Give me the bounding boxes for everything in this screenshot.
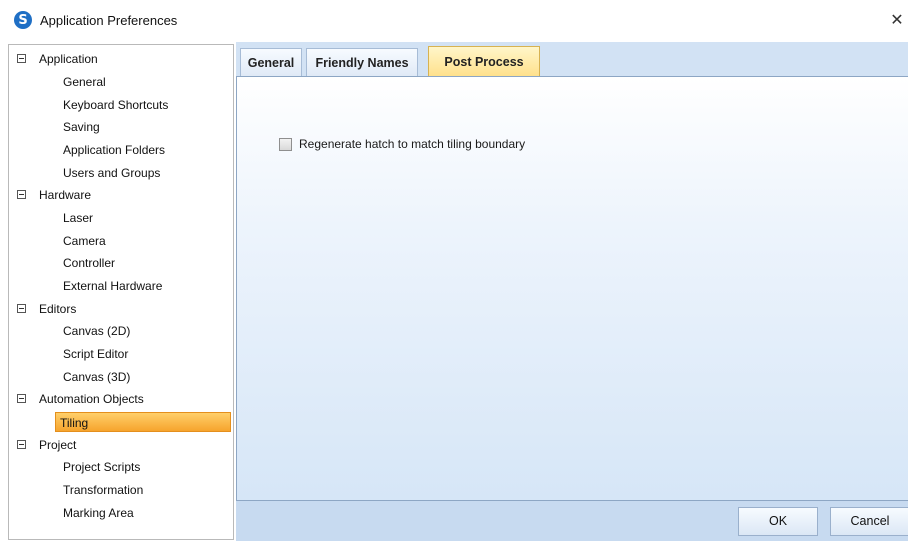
cancel-button[interactable]: Cancel [830, 507, 908, 536]
tree-item-camera[interactable]: Camera [9, 231, 233, 251]
tree-item-label: Saving [63, 120, 100, 134]
tree-item-label: Controller [63, 256, 116, 270]
tree-category-project[interactable]: Project [9, 435, 233, 455]
tree-category-label: Hardware [39, 188, 92, 202]
tree-item-label: Camera [63, 234, 106, 248]
tree-item-script-editor[interactable]: Script Editor [9, 344, 233, 364]
tree-item-label: Users and Groups [63, 166, 161, 180]
tree-item-label: Laser [63, 211, 94, 225]
tree-category-label: Application [39, 52, 98, 66]
tree-item-label: Marking Area [63, 506, 134, 520]
app-logo-icon: S [14, 11, 32, 29]
tree-item-canvas-2d[interactable]: Canvas (2D) [9, 321, 233, 341]
regenerate-hatch-checkbox[interactable] [279, 137, 292, 151]
tree-item-saving[interactable]: Saving [9, 117, 233, 137]
tree-item-label: External Hardware [63, 279, 163, 293]
dialog-footer: OK Cancel [236, 501, 908, 541]
tree-item-label: Canvas (2D) [63, 324, 131, 338]
tree-item-canvas-3d[interactable]: Canvas (3D) [9, 367, 233, 387]
regenerate-hatch-option[interactable]: Regenerate hatch to match tiling boundar… [279, 135, 525, 153]
close-icon[interactable]: ✕ [886, 8, 908, 32]
tree-item-label: Project Scripts [63, 460, 141, 474]
tree-category-label: Editors [39, 302, 77, 316]
tree-item-controller[interactable]: Controller [9, 253, 233, 273]
tab-strip: General Friendly Names Post Process [236, 42, 908, 77]
tab-general[interactable]: General [240, 48, 302, 77]
post-process-content: Regenerate hatch to match tiling boundar… [236, 76, 908, 501]
tree-item-marking-area[interactable]: Marking Area [9, 503, 233, 523]
tree-category-hardware[interactable]: Hardware [9, 185, 233, 205]
settings-panel: General Friendly Names Post Process Rege… [236, 42, 908, 541]
tree-item-application-folders[interactable]: Application Folders [9, 140, 233, 160]
tree-item-label: Script Editor [63, 347, 129, 361]
regenerate-hatch-label: Regenerate hatch to match tiling boundar… [299, 137, 526, 151]
tree-item-external-hardware[interactable]: External Hardware [9, 276, 233, 296]
tree-category-label: Automation Objects [39, 392, 144, 406]
tree-item-users-and-groups[interactable]: Users and Groups [9, 163, 233, 183]
collapse-icon[interactable] [17, 190, 26, 199]
tree-item-laser[interactable]: Laser [9, 208, 233, 228]
title-bar: S Application Preferences ✕ [0, 0, 908, 40]
collapse-icon[interactable] [17, 54, 26, 63]
tree-item-general[interactable]: General [9, 72, 233, 92]
preferences-tree[interactable]: Application General Keyboard Shortcuts S… [8, 44, 234, 540]
tree-item-keyboard-shortcuts[interactable]: Keyboard Shortcuts [9, 95, 233, 115]
tree-item-label: Keyboard Shortcuts [63, 98, 169, 112]
tree-item-label: Application Folders [63, 143, 166, 157]
tree-category-label: Project [39, 438, 77, 452]
collapse-icon[interactable] [17, 394, 26, 403]
collapse-icon[interactable] [17, 440, 26, 449]
tree-item-label: Tiling [60, 416, 89, 430]
tree-item-tiling[interactable]: Tiling [55, 412, 231, 432]
window-title: Application Preferences [40, 13, 178, 28]
collapse-icon[interactable] [17, 304, 26, 313]
tree-item-project-scripts[interactable]: Project Scripts [9, 457, 233, 477]
tree-category-application[interactable]: Application [9, 49, 233, 69]
ok-button[interactable]: OK [738, 507, 818, 536]
tab-post-process[interactable]: Post Process [428, 46, 540, 77]
tree-item-label: Canvas (3D) [63, 370, 131, 384]
tree-category-automation-objects[interactable]: Automation Objects [9, 389, 233, 409]
tree-item-label: General [63, 75, 106, 89]
tab-friendly-names[interactable]: Friendly Names [306, 48, 418, 77]
tree-item-transformation[interactable]: Transformation [9, 480, 233, 500]
tree-category-editors[interactable]: Editors [9, 299, 233, 319]
tree-item-label: Transformation [63, 483, 144, 497]
